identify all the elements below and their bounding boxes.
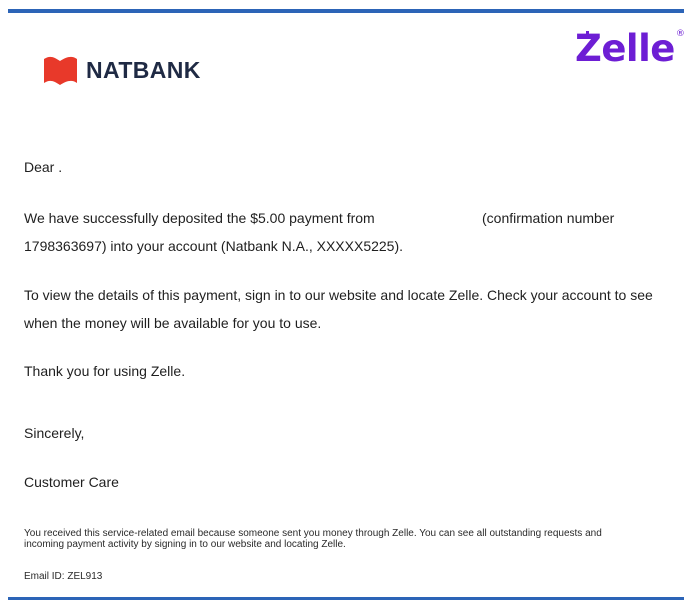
greeting: Dear . [24, 159, 63, 175]
signature: Customer Care [24, 474, 119, 490]
zelle-registered-mark: ® [675, 29, 685, 39]
top-accent-bar [8, 9, 684, 13]
natbank-flag-icon [44, 56, 77, 85]
paragraph-2-line-1: To view the details of this payment, sig… [24, 287, 653, 303]
closing: Sincerely, [24, 425, 85, 441]
paragraph-2-line-2: when the money will be available for you… [24, 315, 322, 331]
bottom-accent-bar [8, 597, 684, 600]
footer-notice-line-2: incoming payment activity by signing in … [24, 539, 346, 550]
paragraph-1-line-2: 1798363697) into your account (Natbank N… [24, 238, 404, 254]
natbank-wordmark: NATBANK [86, 56, 201, 83]
paragraph-1-line-1: We have successfully deposited the $5.00… [24, 210, 375, 226]
email-id: Email ID: ZEL913 [24, 571, 103, 582]
zelle-logo: Zelle® [575, 27, 685, 70]
confirmation-label: (confirmation number [482, 210, 615, 226]
natbank-logo: NATBANK [42, 53, 201, 87]
footer-notice-line-1: You received this service-related email … [24, 528, 602, 539]
thanks-line: Thank you for using Zelle. [24, 363, 186, 379]
zelle-wordmark: Zelle [575, 27, 675, 70]
